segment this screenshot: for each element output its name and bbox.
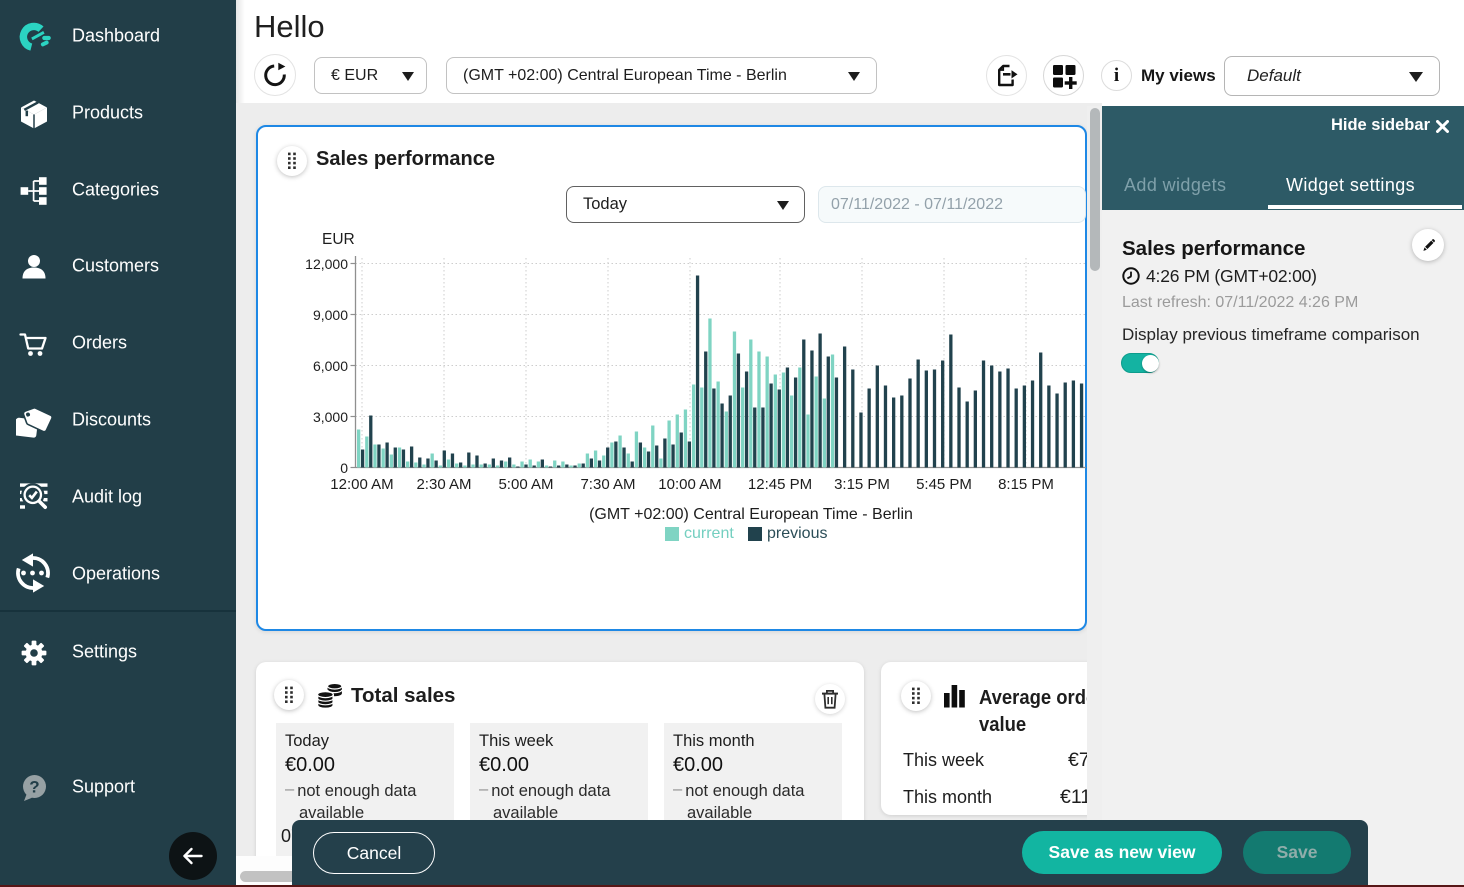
svg-text:?: ? xyxy=(29,778,39,797)
